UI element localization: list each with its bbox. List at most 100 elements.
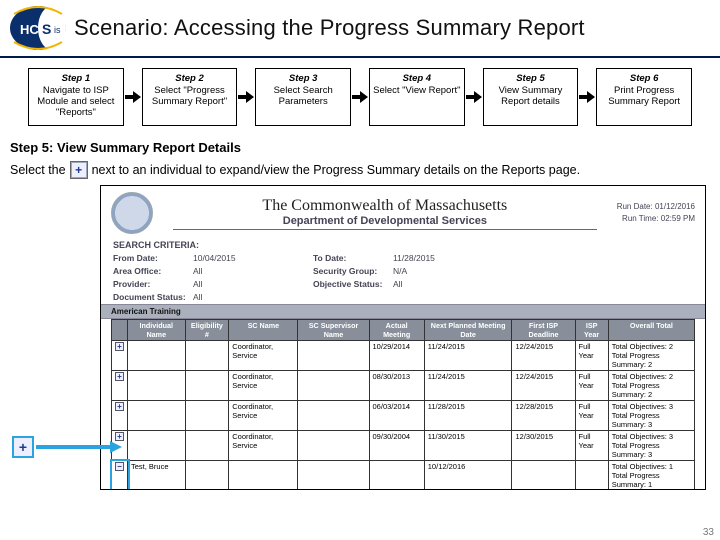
step-number: Step 2	[146, 73, 234, 84]
run-time-label: Run Time:	[622, 214, 658, 223]
step-box-2: Step 2 Select "Progress Summary Report"	[142, 68, 238, 126]
plus-icon[interactable]: +	[115, 402, 124, 411]
cell	[298, 341, 369, 371]
step-text: Navigate to ISP Module and select "Repor…	[32, 85, 120, 118]
svg-text:is: is	[54, 25, 61, 35]
table-row: +Coordinator, Service08/30/201311/24/201…	[112, 371, 695, 401]
cell: 10/29/2014	[369, 341, 424, 371]
criteria-label: Provider:	[113, 279, 193, 289]
svg-text:S: S	[42, 21, 51, 37]
criteria-label: From Date:	[113, 253, 193, 263]
column-header: Actual Meeting	[369, 320, 424, 341]
page-header: HC S is Scenario: Accessing the Progress…	[0, 0, 720, 58]
cell: Coordinator, Service	[229, 431, 298, 461]
column-header: ISP Year	[575, 320, 608, 341]
criteria-value: 10/04/2015	[193, 253, 313, 263]
step-box-5: Step 5 View Summary Report details	[483, 68, 579, 126]
cell	[185, 371, 229, 401]
cell: 11/24/2015	[424, 371, 512, 401]
criteria-label: Document Status:	[113, 292, 193, 302]
criteria-label: Objective Status:	[313, 279, 393, 289]
row-expander[interactable]: +	[112, 401, 128, 431]
cell	[298, 401, 369, 431]
column-header: SC Name	[229, 320, 298, 341]
plus-icon[interactable]: −	[115, 462, 124, 471]
column-header	[112, 320, 128, 341]
cell: Total Objectives: 3 Total Progress Summa…	[608, 401, 694, 431]
cell	[298, 431, 369, 461]
cell: Total Objectives: 3 Total Progress Summa…	[608, 431, 694, 461]
cell: 11/28/2015	[424, 401, 512, 431]
cell: Full Year	[575, 341, 608, 371]
cell: Total Objectives: 2 Total Progress Summa…	[608, 371, 694, 401]
step-text: Select Search Parameters	[259, 85, 347, 107]
step-number: Step 5	[487, 73, 575, 84]
criteria-value: N/A	[393, 266, 513, 276]
cell	[128, 371, 186, 401]
cell	[298, 371, 369, 401]
cell	[512, 461, 575, 491]
row-expander[interactable]: +	[112, 341, 128, 371]
column-header: SC Supervisor Name	[298, 320, 369, 341]
criteria-label: Area Office:	[113, 266, 193, 276]
cell	[185, 461, 229, 491]
report-header: The Commonwealth of Massachusetts Depart…	[101, 186, 705, 236]
cell: 10/12/2016	[424, 461, 512, 491]
step-box-6: Step 6 Print Progress Summary Report	[596, 68, 692, 126]
arrow-icon	[351, 68, 369, 126]
step-number: Step 6	[600, 73, 688, 84]
steps-row: Step 1 Navigate to ISP Module and select…	[0, 58, 720, 136]
column-header: Next Planned Meeting Date	[424, 320, 512, 341]
run-date-value: 01/12/2016	[655, 202, 695, 211]
page-number: 33	[703, 527, 714, 538]
cell: 11/24/2015	[424, 341, 512, 371]
column-header: Overall Total	[608, 320, 694, 341]
cell: 12/24/2015	[512, 371, 575, 401]
run-meta: Run Date: 01/12/2016 Run Time: 02:59 PM	[617, 201, 695, 225]
cell	[185, 341, 229, 371]
state-seal-icon	[111, 192, 153, 234]
expand-plus-icon: +	[70, 161, 88, 179]
step-text: Select "Progress Summary Report"	[146, 85, 234, 107]
row-expander[interactable]: −	[112, 461, 128, 491]
table-row: +Coordinator, Service06/03/201411/28/201…	[112, 401, 695, 431]
criteria-label: Security Group:	[313, 266, 393, 276]
criteria-value: All	[193, 279, 313, 289]
criteria-value: All	[193, 292, 313, 302]
cell: Test, Bruce	[128, 461, 186, 491]
step-text: Select "View Report"	[373, 85, 461, 96]
cell	[185, 431, 229, 461]
instruction-post: next to an individual to expand/view the…	[92, 163, 580, 177]
criteria-value	[393, 292, 513, 302]
row-expander[interactable]: +	[112, 371, 128, 401]
cell	[128, 401, 186, 431]
report-screenshot: The Commonwealth of Massachusetts Depart…	[100, 185, 706, 490]
table-row: +Coordinator, Service09/30/200411/30/201…	[112, 431, 695, 461]
cell	[185, 401, 229, 431]
table-row: +Coordinator, Service10/29/201411/24/201…	[112, 341, 695, 371]
cell	[575, 461, 608, 491]
step-box-1: Step 1 Navigate to ISP Module and select…	[28, 68, 124, 126]
commonwealth-title: The Commonwealth of Massachusetts	[163, 197, 607, 215]
step-number: Step 3	[259, 73, 347, 84]
hcsis-logo: HC S is	[8, 4, 68, 52]
plus-icon[interactable]: +	[115, 342, 124, 351]
cell	[298, 461, 369, 491]
cell	[369, 461, 424, 491]
criteria-label: To Date:	[313, 253, 393, 263]
cell: Full Year	[575, 401, 608, 431]
criteria-value: All	[393, 279, 513, 289]
plus-icon[interactable]: +	[115, 372, 124, 381]
run-date-label: Run Date:	[617, 202, 653, 211]
step-box-3: Step 3 Select Search Parameters	[255, 68, 351, 126]
column-header: First ISP Deadline	[512, 320, 575, 341]
arrow-icon	[465, 68, 483, 126]
svg-text:HC: HC	[20, 22, 39, 37]
expand-callout: +	[12, 436, 122, 458]
cell: 12/24/2015	[512, 341, 575, 371]
instruction-line: Select the + next to an individual to ex…	[0, 161, 720, 185]
step-text: Print Progress Summary Report	[600, 85, 688, 107]
criteria-header: SEARCH CRITERIA:	[113, 240, 693, 250]
step-number: Step 1	[32, 73, 120, 84]
cell	[128, 431, 186, 461]
